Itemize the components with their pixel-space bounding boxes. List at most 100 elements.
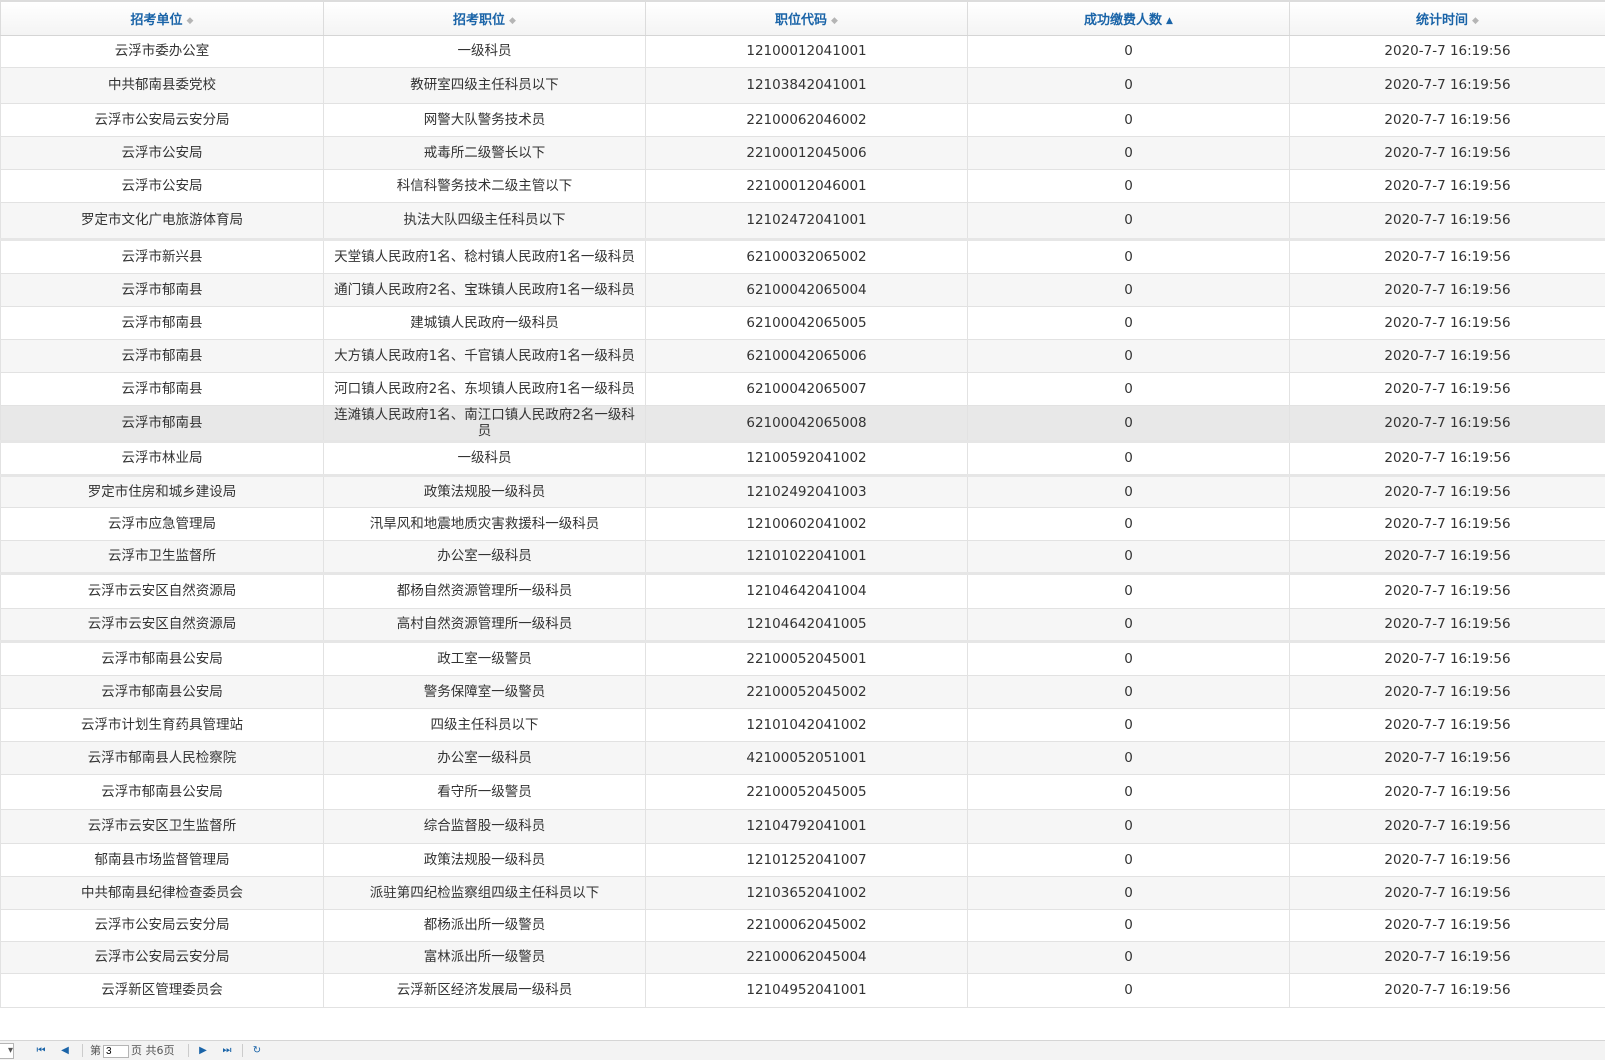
column-header-unit[interactable]: 招考单位◆ [1,2,324,35]
table-row[interactable]: 云浮市云安区自然资源局高村自然资源管理所一级科员1210464204100502… [1,608,1605,641]
cell-paid-count: 0 [968,573,1290,608]
table-row[interactable]: 云浮市公安局云安分局富林派出所一级警员2210006204500402020-7… [1,941,1605,973]
cell-paid-count: 0 [968,273,1290,306]
first-page-button[interactable]: ⏮ [34,1044,48,1058]
table-row[interactable]: 云浮市郁南县人民检察院办公室一级科员4210005205100102020-7-… [1,741,1605,774]
next-page-button[interactable]: ▶ [196,1044,210,1058]
cell-paid-count: 0 [968,239,1290,273]
cell-position: 科信科警务技术二级主管以下 [324,169,646,202]
table-row[interactable]: 云浮市郁南县大方镇人民政府1名、千官镇人民政府1名一级科员62100042065… [1,339,1605,372]
cell-time: 2020-7-7 16:19:56 [1290,941,1605,973]
cell-code: 12104952041001 [646,973,968,1007]
table-row[interactable]: 云浮市计划生育药具管理站四级主任科员以下1210104204100202020-… [1,708,1605,741]
cell-paid-count: 0 [968,372,1290,405]
cell-time: 2020-7-7 16:19:56 [1290,405,1605,441]
cell-time: 2020-7-7 16:19:56 [1290,774,1605,809]
column-header-position[interactable]: 招考职位◆ [324,2,646,35]
column-header-code[interactable]: 职位代码◆ [646,2,968,35]
table-body: 云浮市委办公室一级科员1210001204100102020-7-7 16:19… [1,35,1605,1007]
cell-position: 政策法规股一级科员 [324,475,646,507]
sort-icon: ◆ [509,16,516,26]
cell-paid-count: 0 [968,202,1290,239]
table-row[interactable]: 云浮市林业局一级科员1210059204100202020-7-7 16:19:… [1,441,1605,475]
table-row[interactable]: 云浮市公安局云安分局网警大队警务技术员2210006204600202020-7… [1,103,1605,136]
table-row[interactable]: 云浮市公安局科信科警务技术二级主管以下2210001204600102020-7… [1,169,1605,202]
table-row[interactable]: 云浮市公安局戒毒所二级警长以下2210001204500602020-7-7 1… [1,136,1605,169]
table-row[interactable]: 罗定市住房和城乡建设局政策法规股一级科员1210249204100302020-… [1,475,1605,507]
cell-paid-count: 0 [968,973,1290,1007]
last-page-button[interactable]: ⏭ [220,1044,234,1058]
cell-unit: 罗定市住房和城乡建设局 [1,475,324,507]
cell-time: 2020-7-7 16:19:56 [1290,876,1605,909]
table-row[interactable]: 云浮新区管理委员会云浮新区经济发展局一级科员121049520410010202… [1,973,1605,1007]
cell-unit: 云浮市卫生监督所 [1,540,324,573]
sort-icon: ◆ [187,16,194,26]
cell-unit: 云浮市郁南县 [1,405,324,441]
table-row[interactable]: 中共郁南县纪律检查委员会派驻第四纪检监察组四级主任科员以下12103652041… [1,876,1605,909]
cell-unit: 云浮市应急管理局 [1,507,324,540]
cell-unit: 云浮市林业局 [1,441,324,475]
prev-page-button[interactable]: ◀ [58,1044,72,1058]
cell-time: 2020-7-7 16:19:56 [1290,573,1605,608]
cell-position: 政策法规股一级科员 [324,843,646,876]
column-header-paid-count[interactable]: 成功缴费人数▲ [968,2,1290,35]
cell-paid-count: 0 [968,136,1290,169]
table-row[interactable]: 云浮市委办公室一级科员1210001204100102020-7-7 16:19… [1,35,1605,67]
cell-unit: 云浮市新兴县 [1,239,324,273]
cell-time: 2020-7-7 16:19:56 [1290,675,1605,708]
column-header-time[interactable]: 统计时间◆ [1290,2,1605,35]
cell-unit: 中共郁南县纪律检查委员会 [1,876,324,909]
table-row[interactable]: 罗定市文化广电旅游体育局执法大队四级主任科员以下1210247204100102… [1,202,1605,239]
table-row[interactable]: 云浮市新兴县天堂镇人民政府1名、稔村镇人民政府1名一级科员62100032065… [1,239,1605,273]
cell-code: 22100012045006 [646,136,968,169]
cell-code: 22100052045002 [646,675,968,708]
cell-paid-count: 0 [968,306,1290,339]
cell-position: 政工室一级警员 [324,641,646,675]
cell-unit: 云浮新区管理委员会 [1,973,324,1007]
cell-time: 2020-7-7 16:19:56 [1290,507,1605,540]
cell-code: 12102472041001 [646,202,968,239]
cell-code: 22100062045002 [646,909,968,941]
table-row[interactable]: 云浮市应急管理局汛旱风和地震地质灾害救援科一级科员121006020410020… [1,507,1605,540]
data-grid: 招考单位◆ 招考职位◆ 职位代码◆ 成功缴费人数▲ 统计时间◆ 云浮市委办公室一… [0,0,1605,1042]
cell-code: 12100592041002 [646,441,968,475]
table-row[interactable]: 云浮市卫生监督所办公室一级科员1210102204100102020-7-7 1… [1,540,1605,573]
table-row[interactable]: 云浮市公安局云安分局都杨派出所一级警员2210006204500202020-7… [1,909,1605,941]
column-header-label: 职位代码 [775,13,827,28]
table-row[interactable]: 云浮市郁南县公安局看守所一级警员2210005204500502020-7-7 … [1,774,1605,809]
cell-time: 2020-7-7 16:19:56 [1290,239,1605,273]
page-size-select[interactable]: ▾ [0,1043,14,1059]
table-row[interactable]: 云浮市郁南县河口镇人民政府2名、东坝镇人民政府1名一级科员62100042065… [1,372,1605,405]
table-row[interactable]: 云浮市云安区自然资源局都杨自然资源管理所一级科员1210464204100402… [1,573,1605,608]
table-row[interactable]: 中共郁南县委党校教研室四级主任科员以下1210384204100102020-7… [1,67,1605,103]
refresh-button[interactable]: ↻ [250,1044,264,1058]
table-row[interactable]: 云浮市郁南县连滩镇人民政府1名、南江口镇人民政府2名一级科员6210004206… [1,405,1605,441]
table-row[interactable]: 郁南县市场监督管理局政策法规股一级科员1210125204100702020-7… [1,843,1605,876]
cell-position: 都杨派出所一级警员 [324,909,646,941]
cell-paid-count: 0 [968,675,1290,708]
cell-code: 62100042065008 [646,405,968,441]
cell-time: 2020-7-7 16:19:56 [1290,202,1605,239]
cell-position: 网警大队警务技术员 [324,103,646,136]
table-row[interactable]: 云浮市云安区卫生监督所综合监督股一级科员1210479204100102020-… [1,809,1605,843]
table-row[interactable]: 云浮市郁南县建城镇人民政府一级科员6210004206500502020-7-7… [1,306,1605,339]
cell-unit: 云浮市云安区自然资源局 [1,573,324,608]
cell-time: 2020-7-7 16:19:56 [1290,809,1605,843]
cell-code: 22100062045004 [646,941,968,973]
pager-divider [82,1044,83,1057]
sort-icon: ◆ [1472,16,1479,26]
cell-code: 12102492041003 [646,475,968,507]
table-row[interactable]: 云浮市郁南县通门镇人民政府2名、宝珠镇人民政府1名一级科员62100042065… [1,273,1605,306]
cell-code: 12103842041001 [646,67,968,103]
cell-paid-count: 0 [968,405,1290,441]
table-row[interactable]: 云浮市郁南县公安局政工室一级警员2210005204500102020-7-7 … [1,641,1605,675]
cell-unit: 云浮市云安区自然资源局 [1,608,324,641]
table-row[interactable]: 云浮市郁南县公安局警务保障室一级警员2210005204500202020-7-… [1,675,1605,708]
cell-paid-count: 0 [968,909,1290,941]
cell-paid-count: 0 [968,339,1290,372]
page-number-input[interactable] [103,1045,129,1058]
cell-unit: 云浮市郁南县公安局 [1,675,324,708]
cell-paid-count: 0 [968,774,1290,809]
cell-position: 办公室一级科员 [324,741,646,774]
cell-paid-count: 0 [968,641,1290,675]
